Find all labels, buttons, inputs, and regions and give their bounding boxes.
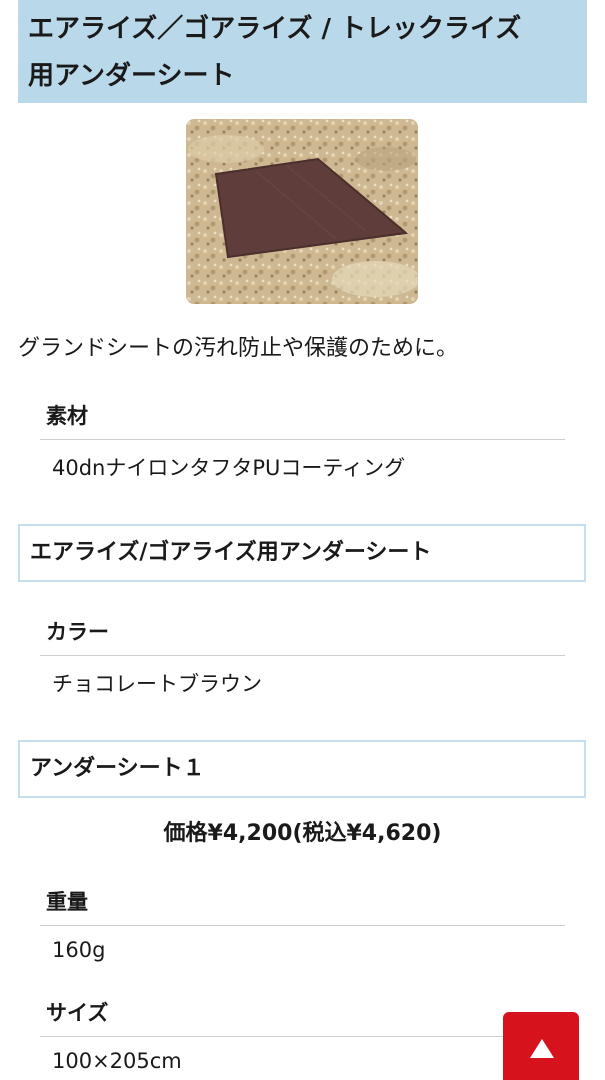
model-heading: エアライズ/ゴアライズ用アンダーシート <box>18 524 586 582</box>
up-arrow-icon <box>530 1039 554 1058</box>
weight-label: 重量 <box>46 890 88 914</box>
page-title: エアライズ／ゴアライズ / トレックライズ 用アンダーシート <box>18 0 587 103</box>
product-image <box>186 119 418 304</box>
divider <box>40 1036 565 1037</box>
size-value: 100×205cm <box>52 1049 182 1073</box>
divider <box>40 925 565 926</box>
product-description: グランドシートの汚れ防止や保護のために。 <box>18 336 459 361</box>
variant-heading: アンダーシート１ <box>18 740 586 798</box>
weight-value: 160g <box>52 938 106 962</box>
color-value: チョコレートブラウン <box>52 672 262 696</box>
page-title-line-1: エアライズ／ゴアライズ / トレックライズ <box>28 14 522 44</box>
color-label: カラー <box>46 620 109 644</box>
page-title-line-2: 用アンダーシート <box>28 61 235 91</box>
divider <box>40 439 565 440</box>
back-to-top-button[interactable] <box>503 1012 579 1080</box>
divider <box>40 655 565 656</box>
material-label: 素材 <box>46 404 88 428</box>
price-text: 価格¥4,200(税込¥4,620) <box>163 821 442 846</box>
size-label: サイズ <box>46 1001 109 1025</box>
page: エアライズ／ゴアライズ / トレックライズ 用アンダーシート グランドシートの汚… <box>0 0 605 1080</box>
material-value: 40dnナイロンタフタPUコーティング <box>52 456 406 480</box>
